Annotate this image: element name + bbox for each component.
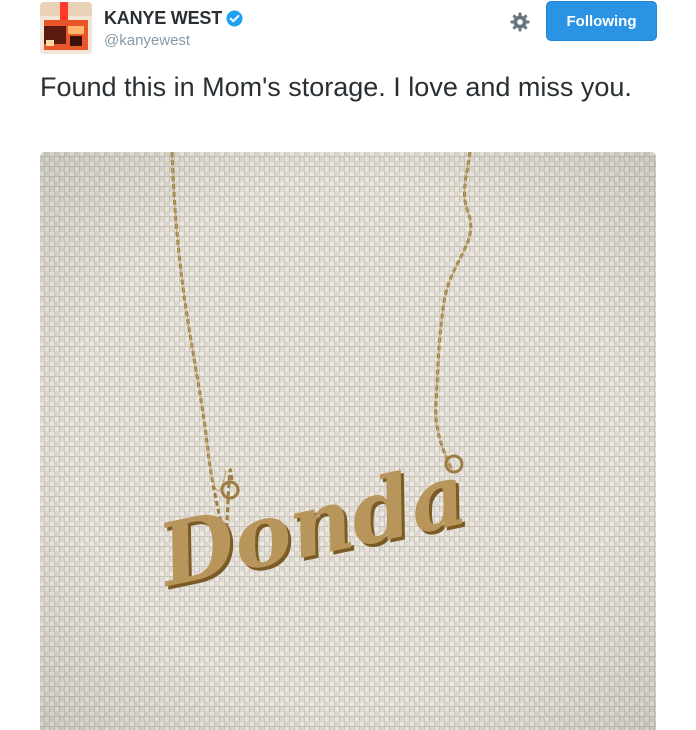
gear-icon[interactable] xyxy=(508,10,532,34)
username-handle[interactable]: @kanyewest xyxy=(104,32,243,49)
necklace-photo: Donda Donda xyxy=(40,152,656,730)
author-info: KANYE WEST @kanyewest xyxy=(104,6,243,49)
tweet-text: Found this in Mom's storage. I love and … xyxy=(40,72,632,102)
following-button[interactable]: Following xyxy=(546,1,657,41)
tweet-photo[interactable]: Donda Donda xyxy=(40,152,656,730)
verified-badge-icon xyxy=(226,10,243,27)
display-name[interactable]: KANYE WEST xyxy=(104,8,222,29)
author-name-row: KANYE WEST xyxy=(104,6,243,30)
tweet-card: KANYE WEST @kanyewest Following Found th… xyxy=(0,0,696,730)
avatar[interactable] xyxy=(40,2,92,54)
avatar-image xyxy=(40,2,92,54)
